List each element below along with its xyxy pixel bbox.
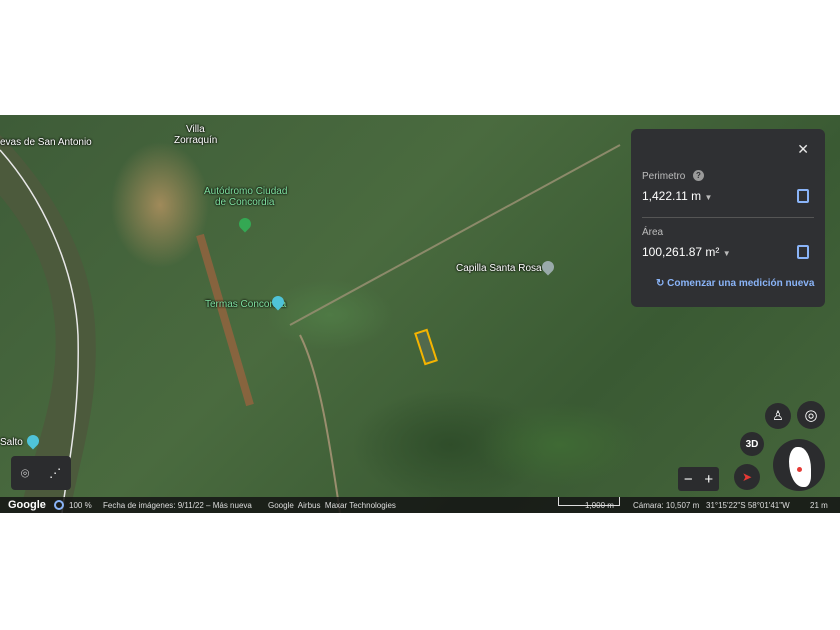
my-location-icon[interactable]: ◎ [797, 401, 825, 429]
measurement-panel: ✕ Perimetro ? 1,422.11 m ▼ Área 100,261.… [631, 129, 825, 307]
measured-polygon [414, 328, 438, 366]
copy-icon[interactable] [797, 245, 809, 259]
zoom-out-button[interactable]: − [684, 471, 693, 488]
close-icon[interactable]: ✕ [797, 141, 809, 158]
zoom-controls: − + [678, 467, 719, 491]
globe-icon[interactable] [773, 439, 825, 491]
scale-label: 1,000 m [585, 500, 614, 510]
chevron-down-icon: ▼ [722, 249, 731, 258]
new-measurement-label: Comenzar una medición nueva [667, 278, 815, 289]
area-value[interactable]: 100,261.87 m² ▼ [642, 245, 731, 259]
divider [642, 217, 814, 218]
path-icon[interactable]: ⋰ [49, 466, 61, 480]
map-label[interactable]: Salto [0, 437, 23, 448]
google-logo: Google [8, 499, 46, 511]
compass-icon[interactable]: ➤ [734, 464, 760, 490]
location-pin-icon[interactable]: ⌾ [21, 465, 29, 482]
chevron-down-icon: ▼ [704, 193, 713, 202]
map-label: Villa [186, 124, 205, 135]
map-label: evas de San Antonio [0, 137, 92, 148]
elevation: 21 m [810, 500, 828, 510]
tools-group: ⌾ ⋰ [11, 456, 71, 490]
area-text: 100,261.87 m² [642, 245, 720, 259]
map-label: Zorraquín [174, 135, 218, 146]
perimeter-text: 1,422.11 m [642, 189, 702, 203]
map-label[interactable]: Capilla Santa Rosa [456, 263, 542, 274]
loading-icon [54, 500, 64, 510]
status-bar: Google 100 % Fecha de imágenes: 9/11/22 … [0, 497, 840, 513]
camera-altitude: Cámara: 10,507 m [633, 500, 700, 510]
map-label[interactable]: Autódromo Ciudad [204, 186, 287, 197]
copy-icon[interactable] [797, 189, 809, 203]
new-measurement-button[interactable]: ↻ Comenzar una medición nueva [656, 278, 814, 289]
3d-button[interactable]: 3D [740, 432, 764, 456]
area-label: Área [642, 227, 664, 238]
refresh-icon: ↻ [656, 278, 665, 289]
credits[interactable]: Google Airbus Maxar Technologies [268, 501, 396, 510]
loading-percent: 100 % [69, 500, 92, 510]
location-marker [797, 467, 802, 472]
help-icon[interactable]: ? [693, 170, 704, 181]
map-label[interactable]: de Concordia [215, 197, 274, 208]
perimeter-label: Perimetro [642, 171, 686, 182]
perimeter-value[interactable]: 1,422.11 m ▼ [642, 189, 712, 203]
street-view-pegman-icon[interactable]: ♙ [765, 403, 791, 429]
coordinates: 31°15'22"S 58°01'41"W [706, 500, 790, 510]
imagery-date[interactable]: Fecha de imágenes: 9/11/22 – Más nueva [103, 501, 252, 510]
zoom-in-button[interactable]: + [704, 471, 713, 488]
